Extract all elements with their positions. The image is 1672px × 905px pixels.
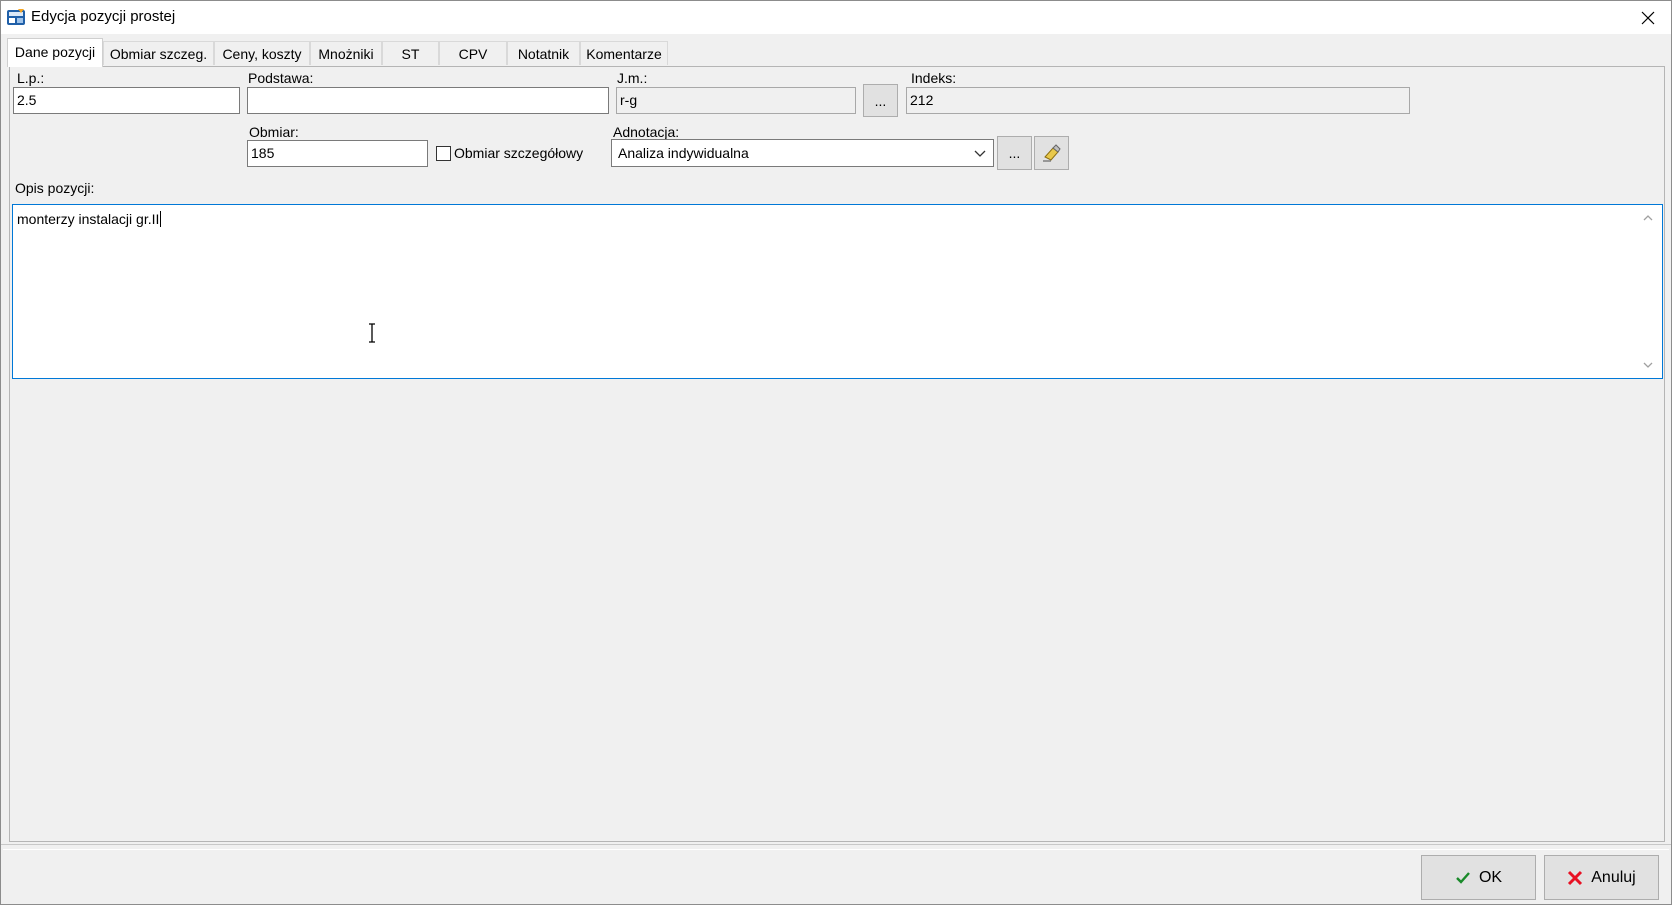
ok-button[interactable]: OK — [1421, 855, 1536, 900]
button-bar — [3, 849, 1669, 904]
scroll-down-icon[interactable] — [1642, 360, 1654, 370]
ok-label: OK — [1478, 868, 1503, 886]
indeks-input[interactable]: 212 — [906, 87, 1410, 114]
title-bar: Edycja pozycji prostej — [1, 1, 1671, 34]
tab-notatnik[interactable]: Notatnik — [507, 41, 580, 65]
podstawa-input[interactable] — [247, 87, 609, 114]
eraser-icon — [1042, 144, 1061, 162]
obmiar-szczegolowy-label: Obmiar szczegółowy — [454, 145, 584, 161]
lp-input[interactable]: 2.5 — [13, 87, 240, 114]
opis-text: monterzy instalacji gr.II — [17, 211, 162, 227]
obmiar-input[interactable]: 185 — [247, 140, 428, 167]
obmiar-szczegolowy-checkbox[interactable] — [436, 146, 451, 161]
adnotacja-browse-button[interactable]: ... — [997, 136, 1032, 170]
obmiar-label: Obmiar: — [249, 124, 299, 140]
chevron-down-icon — [974, 150, 986, 157]
tab-cpv[interactable]: CPV — [439, 41, 507, 65]
checkmark-icon — [1456, 871, 1470, 884]
clear-adnotacja-button[interactable] — [1034, 136, 1069, 170]
jm-label: J.m.: — [617, 70, 648, 86]
tab-mnozniki[interactable]: Mnożniki — [310, 41, 382, 65]
jm-input[interactable]: r-g — [616, 87, 856, 114]
tab-st[interactable]: ST — [382, 41, 439, 65]
ibeam-cursor-icon — [369, 323, 375, 343]
bottom-separator — [1, 844, 1671, 845]
cancel-label: Anuluj — [1591, 868, 1636, 886]
tab-obmiar-szczeg[interactable]: Obmiar szczeg. — [103, 41, 214, 65]
close-icon — [1641, 11, 1655, 24]
adnotacja-label: Adnotacja: — [613, 124, 680, 140]
adnotacja-selected-value: Analiza indywidualna — [618, 145, 749, 161]
opis-label: Opis pozycji: — [15, 180, 95, 196]
indeks-label: Indeks: — [911, 70, 957, 86]
podstawa-label: Podstawa: — [248, 70, 314, 86]
tab-panel-dane-pozycji — [9, 66, 1665, 842]
cancel-button[interactable]: Anuluj — [1544, 855, 1659, 900]
tab-ceny-koszty[interactable]: Ceny, koszty — [214, 41, 310, 65]
tab-komentarze[interactable]: Komentarze — [580, 41, 668, 65]
close-button[interactable] — [1625, 1, 1671, 34]
lp-label: L.p.: — [17, 70, 45, 86]
text-caret — [160, 211, 162, 227]
adnotacja-select[interactable]: Analiza indywidualna — [611, 139, 994, 167]
opis-textarea[interactable]: monterzy instalacji gr.II — [12, 204, 1663, 379]
x-icon — [1568, 870, 1583, 885]
tab-dane-pozycji[interactable]: Dane pozycji — [7, 38, 103, 67]
app-icon — [7, 9, 25, 25]
jm-browse-button[interactable]: ... — [863, 84, 898, 117]
dialog-window: Edycja pozycji prostej Dane pozycji Obmi… — [0, 0, 1672, 905]
scroll-up-icon[interactable] — [1642, 213, 1654, 223]
window-title: Edycja pozycji prostej — [31, 8, 176, 25]
